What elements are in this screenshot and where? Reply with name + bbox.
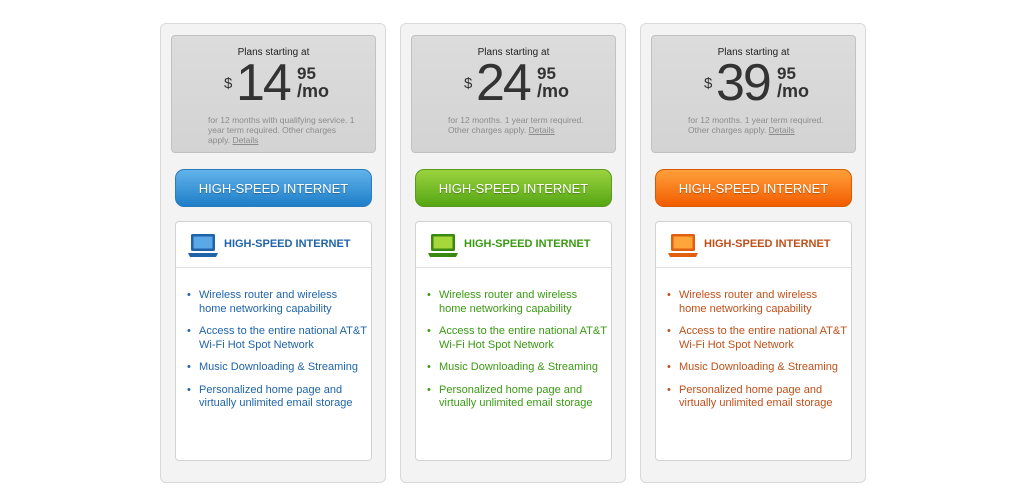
high-speed-internet-button[interactable]: HIGH-SPEED INTERNET: [175, 169, 372, 207]
feature-card: HIGH-SPEED INTERNET • Wireless router and…: [175, 221, 372, 461]
feature-item: • Wireless router and wireless home netwo…: [187, 289, 367, 316]
bullet-icon: •: [187, 289, 191, 301]
feature-text: Access to the entire national AT&T Wi-Fi…: [679, 325, 847, 351]
price-box: Plans starting at $ 14 95 /mo for 12 mon…: [171, 35, 376, 153]
fine-print: for 12 months. 1 year term required. Oth…: [688, 115, 838, 135]
feature-text: Personalized home page and virtually unl…: [679, 383, 833, 410]
feature-text: Music Downloading & Streaming: [439, 361, 598, 373]
bullet-icon: •: [187, 325, 191, 337]
fine-print-text: for 12 months. 1 year term required. Oth…: [448, 115, 584, 135]
price-box: Plans starting at $ 39 95 /mo for 12 mon…: [651, 35, 856, 153]
bullet-icon: •: [667, 289, 671, 301]
card-title: HIGH-SPEED INTERNET: [464, 238, 591, 250]
plan-column-1: Plans starting at $ 14 95 /mo for 12 mon…: [160, 23, 386, 483]
currency-symbol: $: [464, 75, 473, 92]
feature-item: • Personalized home page and virtually un…: [427, 384, 607, 411]
bullet-icon: •: [427, 383, 431, 396]
feature-text: Access to the entire national AT&T Wi-Fi…: [439, 325, 607, 351]
price-amount: 24: [476, 54, 532, 112]
bullet-icon: •: [667, 325, 671, 337]
details-link[interactable]: Details: [232, 135, 258, 145]
feature-list: • Wireless router and wireless home netwo…: [667, 289, 847, 420]
feature-list: • Wireless router and wireless home netwo…: [187, 289, 367, 420]
high-speed-internet-button[interactable]: HIGH-SPEED INTERNET: [655, 169, 852, 207]
laptop-icon: [188, 234, 218, 257]
bullet-icon: •: [667, 361, 671, 373]
bullet-icon: •: [427, 289, 431, 301]
feature-text: Personalized home page and virtually unl…: [439, 383, 593, 410]
feature-text: Wireless router and wireless home networ…: [679, 289, 818, 315]
details-link[interactable]: Details: [769, 125, 795, 135]
feature-text: Wireless router and wireless home networ…: [199, 289, 338, 315]
feature-item: • Music Downloading & Streaming: [427, 361, 607, 375]
laptop-icon: [428, 234, 458, 257]
feature-item: • Access to the entire national AT&T Wi-F…: [667, 325, 847, 352]
feature-item: • Music Downloading & Streaming: [667, 361, 847, 375]
laptop-icon: [668, 234, 698, 257]
feature-item: • Access to the entire national AT&T Wi-F…: [187, 325, 367, 352]
fine-print: for 12 months with qualifying service. 1…: [208, 115, 358, 145]
fine-print-text: for 12 months with qualifying service. 1…: [208, 115, 355, 145]
card-title: HIGH-SPEED INTERNET: [224, 238, 351, 250]
feature-text: Music Downloading & Streaming: [679, 361, 838, 373]
price-period: /mo: [297, 81, 330, 101]
feature-text: Personalized home page and virtually unl…: [199, 383, 353, 410]
currency-symbol: $: [704, 75, 713, 92]
feature-item: • Personalized home page and virtually un…: [667, 384, 847, 411]
card-header: HIGH-SPEED INTERNET: [176, 222, 371, 268]
fine-print-text: for 12 months. 1 year term required. Oth…: [688, 115, 824, 135]
bullet-icon: •: [427, 361, 431, 373]
bullet-icon: •: [187, 383, 191, 396]
price-period: /mo: [777, 81, 810, 101]
feature-card: HIGH-SPEED INTERNET • Wireless router and…: [415, 221, 612, 461]
feature-text: Access to the entire national AT&T Wi-Fi…: [199, 325, 367, 351]
details-link[interactable]: Details: [529, 125, 555, 135]
currency-symbol: $: [224, 75, 233, 92]
fine-print: for 12 months. 1 year term required. Oth…: [448, 115, 598, 135]
feature-item: • Wireless router and wireless home netwo…: [667, 289, 847, 316]
price-amount: 14: [236, 54, 292, 112]
feature-item: • Wireless router and wireless home netwo…: [427, 289, 607, 316]
card-title: HIGH-SPEED INTERNET: [704, 238, 831, 250]
price-box: Plans starting at $ 24 95 /mo for 12 mon…: [411, 35, 616, 153]
plan-column-3: Plans starting at $ 39 95 /mo for 12 mon…: [640, 23, 866, 483]
card-header: HIGH-SPEED INTERNET: [656, 222, 851, 268]
high-speed-internet-button[interactable]: HIGH-SPEED INTERNET: [415, 169, 612, 207]
feature-item: • Access to the entire national AT&T Wi-F…: [427, 325, 607, 352]
card-header: HIGH-SPEED INTERNET: [416, 222, 611, 268]
bullet-icon: •: [187, 361, 191, 373]
feature-item: • Music Downloading & Streaming: [187, 361, 367, 375]
plan-column-2: Plans starting at $ 24 95 /mo for 12 mon…: [400, 23, 626, 483]
feature-list: • Wireless router and wireless home netwo…: [427, 289, 607, 420]
price-period: /mo: [537, 81, 570, 101]
price-amount: 39: [716, 54, 772, 112]
feature-text: Wireless router and wireless home networ…: [439, 289, 578, 315]
bullet-icon: •: [667, 383, 671, 396]
feature-card: HIGH-SPEED INTERNET • Wireless router and…: [655, 221, 852, 461]
feature-item: • Personalized home page and virtually un…: [187, 384, 367, 411]
feature-text: Music Downloading & Streaming: [199, 361, 358, 373]
bullet-icon: •: [427, 325, 431, 337]
